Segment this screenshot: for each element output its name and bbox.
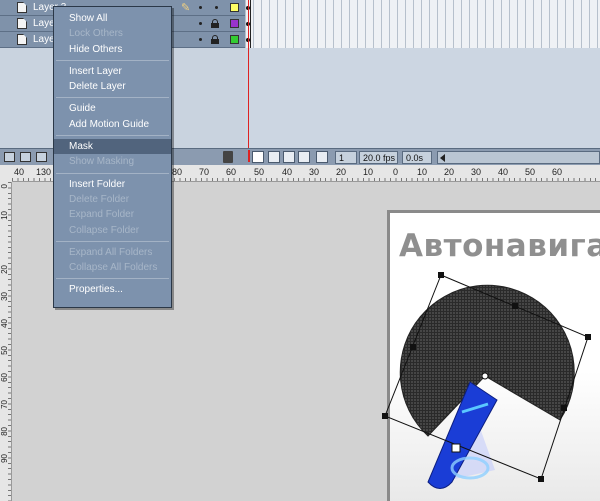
layer-context-menu: Show All Lock Others Hide Others Insert …	[53, 6, 172, 308]
menu-separator	[56, 172, 169, 174]
playhead-marker[interactable]	[248, 150, 250, 162]
menu-item-hide-others[interactable]: Hide Others	[54, 42, 171, 57]
menu-item-insert-layer[interactable]: Insert Layer	[54, 64, 171, 79]
pivot-point[interactable]	[481, 372, 489, 380]
menu-item-collapse-all-folders: Collapse All Folders	[69, 262, 158, 274]
menu-item-delete-folder: Delete Folder	[69, 193, 130, 205]
menu-item-guide[interactable]: Guide	[54, 101, 171, 116]
menu-item-show-all[interactable]: Show All	[54, 11, 171, 26]
menu-separator	[56, 240, 169, 242]
menu-separator	[56, 59, 169, 61]
menu-separator	[56, 97, 169, 99]
menu-separator	[56, 135, 169, 137]
menu-item-insert-folder[interactable]: Insert Folder	[54, 177, 171, 192]
menu-item-mask[interactable]: Mask	[54, 139, 171, 155]
menu-item-delete-layer[interactable]: Delete Layer	[54, 79, 171, 94]
menu-item-add-motion-guide[interactable]: Add Motion Guide	[54, 117, 171, 132]
menu-item-expand-all-folders: Expand All Folders	[69, 246, 153, 258]
menu-item-show-masking: Show Masking	[69, 156, 135, 168]
menu-item-properties[interactable]: Properties...	[54, 282, 171, 297]
menu-item-lock-others: Lock Others	[69, 28, 123, 40]
menu-separator	[56, 278, 169, 280]
menu-item-expand-folder: Expand Folder	[69, 209, 135, 221]
menu-item-collapse-folder: Collapse Folder	[69, 224, 140, 236]
